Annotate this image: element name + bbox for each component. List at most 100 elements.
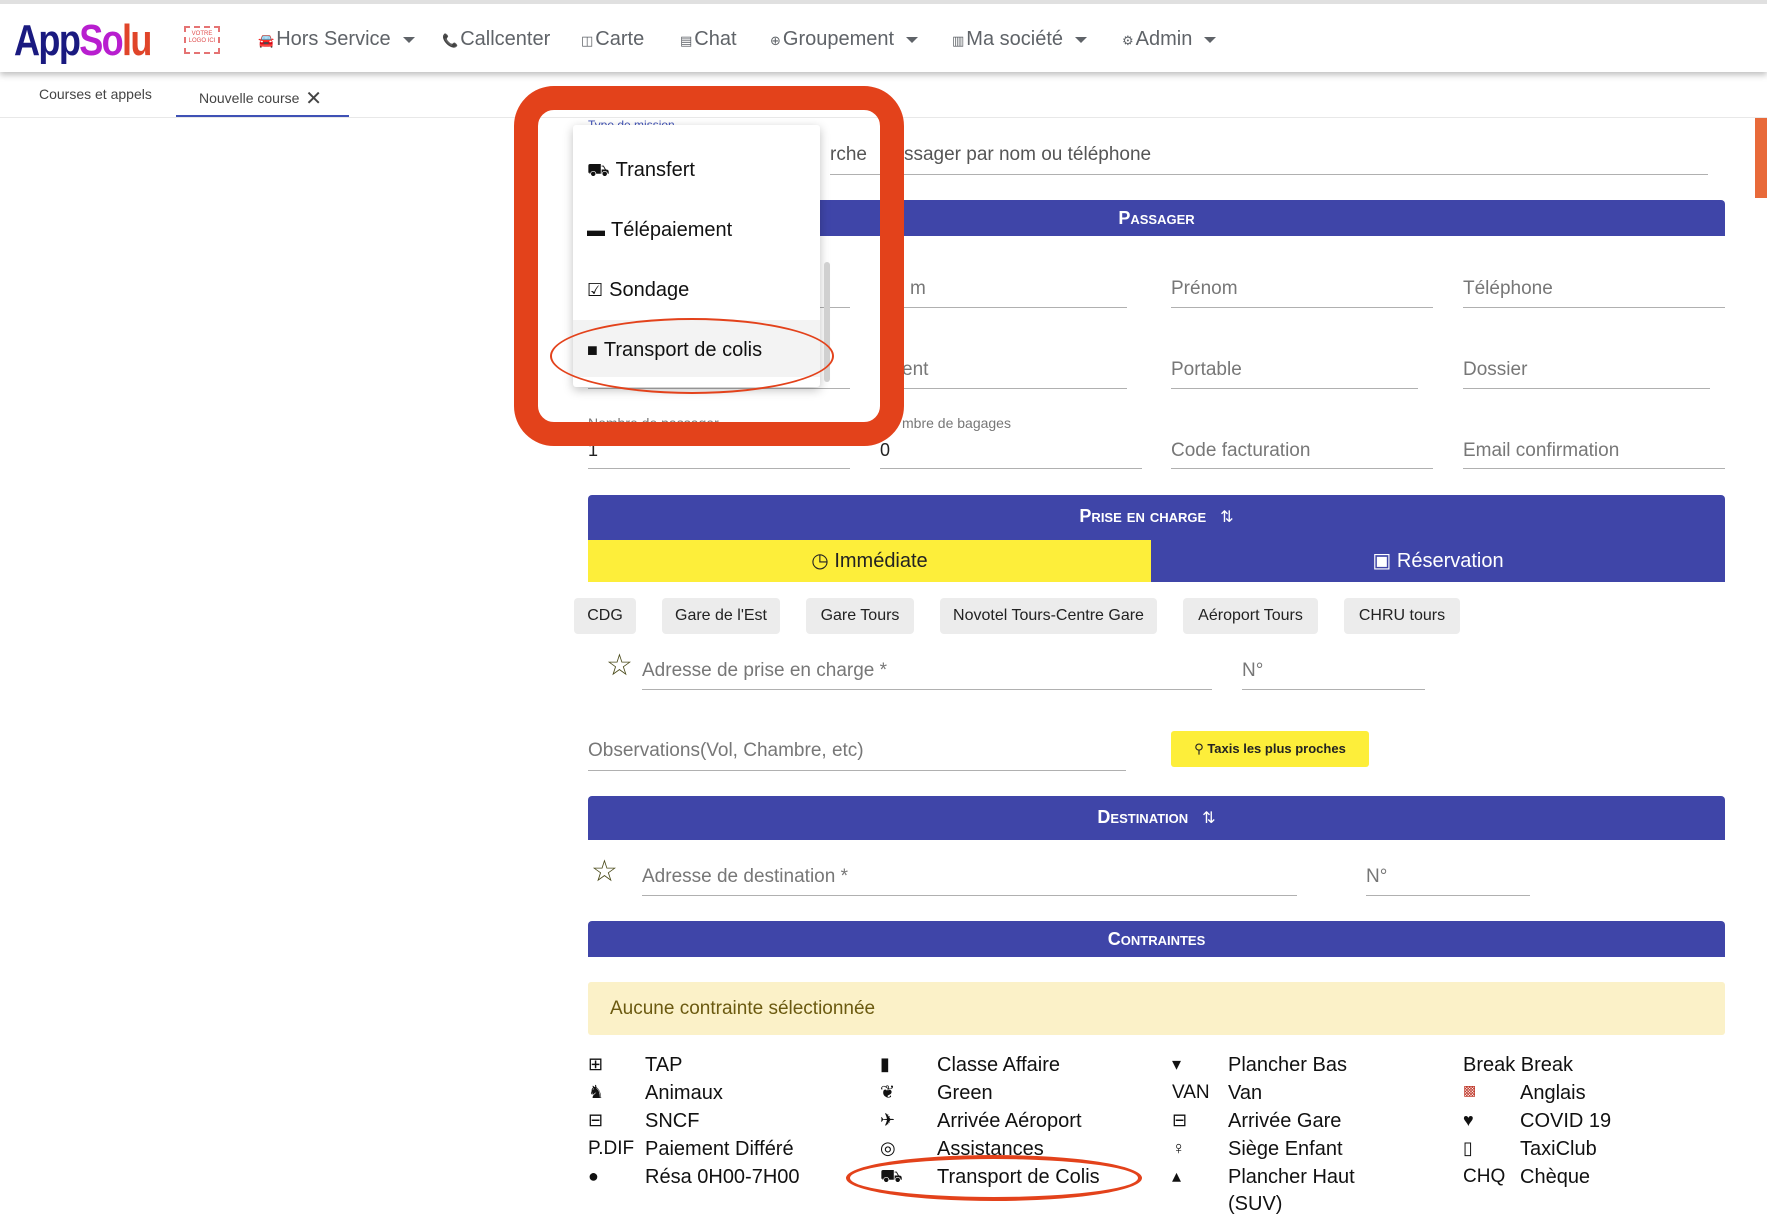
constraint-resa-nuit[interactable]: Résa 0H00-7H00: [645, 1166, 800, 1189]
passenger-search-underline: [830, 174, 1708, 175]
app-logo[interactable]: AppSolu: [14, 16, 152, 66]
portable-field[interactable]: Portable: [1171, 359, 1242, 381]
nav-groupement[interactable]: ⊕ Groupement: [770, 28, 919, 51]
train-icon: ⊟: [1172, 1110, 1188, 1130]
chevron-down-icon: [1204, 36, 1217, 43]
portable-underline: [1171, 388, 1418, 389]
telephone-underline: [1463, 307, 1725, 308]
heartbeat-icon: ♥: [1463, 1110, 1474, 1130]
medkit-icon: ⊞: [588, 1054, 604, 1074]
van-text-icon: VAN: [1172, 1082, 1210, 1103]
pickup-number-underline: [1242, 689, 1425, 690]
reservation-toggle[interactable]: ▣ Réservation: [1151, 540, 1725, 582]
nb-bagages-label: mbre de bagages: [902, 415, 1011, 431]
destination-address-underline: [642, 895, 1297, 896]
constraint-break[interactable]: Break Break: [1463, 1054, 1573, 1077]
code-facturation-underline: [1171, 468, 1433, 469]
tab-nouvelle-course[interactable]: Nouvelle course ✕: [199, 86, 322, 111]
pickup-address-input[interactable]: Adresse de prise en charge *: [642, 660, 887, 682]
favorite-star-icon[interactable]: ☆: [606, 648, 633, 683]
constraint-siege-enfant[interactable]: Siège Enfant: [1228, 1138, 1343, 1161]
no-constraint-notice: Aucune contrainte sélectionnée: [588, 982, 1725, 1035]
nav-carte[interactable]: ◫ Carte: [581, 28, 644, 51]
observations-underline: [588, 770, 1126, 771]
constraint-anglais[interactable]: Anglais: [1520, 1082, 1586, 1105]
close-icon[interactable]: ✕: [305, 88, 322, 110]
constraint-arrivee-aeroport[interactable]: Arrivée Aéroport: [937, 1110, 1082, 1133]
nav-chat[interactable]: ▤ Chat: [680, 28, 737, 51]
caret-up-icon: ▴: [1172, 1166, 1182, 1186]
car-icon: 🚘: [258, 33, 275, 48]
train-icon: ⊟: [588, 1110, 604, 1130]
constraint-arrivee-gare[interactable]: Arrivée Gare: [1228, 1110, 1341, 1133]
constraint-tap[interactable]: TAP: [645, 1054, 682, 1077]
top-navbar: AppSolu VOTRE LOGO ICI 🚘 Hors Service 📞 Ca…: [0, 0, 1767, 72]
company-logo-placeholder: VOTRE LOGO ICI: [184, 26, 220, 54]
gear-icon: ⚙: [1122, 33, 1134, 48]
dossier-field[interactable]: Dossier: [1463, 359, 1527, 381]
chip-novotel[interactable]: Novotel Tours-Centre Gare: [940, 598, 1157, 634]
phone-icon: 📞: [442, 33, 459, 48]
constraint-animaux[interactable]: Animaux: [645, 1082, 723, 1105]
paiement-differe-text-icon: P.DIF: [588, 1138, 635, 1159]
client-field[interactable]: ent: [902, 359, 928, 381]
constraint-taxiclub[interactable]: TaxiClub: [1520, 1138, 1597, 1161]
telephone-field[interactable]: Téléphone: [1463, 278, 1553, 300]
observations-input[interactable]: Observations(Vol, Chambre, etc): [588, 740, 864, 762]
destination-header: Destination ⇅: [588, 796, 1725, 840]
constraint-plancher-haut[interactable]: Plancher Haut: [1228, 1166, 1355, 1189]
destination-address-input[interactable]: Adresse de destination *: [642, 866, 848, 888]
nav-hors-service[interactable]: 🚘 Hors Service: [258, 28, 415, 51]
immediate-toggle[interactable]: ◷ Immédiate: [588, 540, 1151, 582]
chip-gare-tours[interactable]: Gare Tours: [806, 598, 914, 634]
leaf-icon: ❦: [880, 1082, 896, 1102]
constraint-cheque[interactable]: Chèque: [1520, 1166, 1590, 1189]
chip-cdg[interactable]: CDG: [574, 598, 636, 634]
constraint-paiement-differe[interactable]: Paiement Différé: [645, 1138, 794, 1161]
chip-chru-tours[interactable]: CHRU tours: [1344, 598, 1460, 634]
constraint-plancher-haut-suv: (SUV): [1228, 1193, 1283, 1215]
prise-en-charge-header: Prise en charge ⇅: [588, 495, 1725, 540]
chevron-down-icon: [1075, 36, 1088, 43]
chip-gare-est[interactable]: Gare de l'Est: [662, 598, 780, 634]
constraint-sncf[interactable]: SNCF: [645, 1110, 699, 1133]
prenom-field[interactable]: Prénom: [1171, 278, 1238, 300]
nearest-taxis-button[interactable]: ⚲ Taxis les plus proches: [1171, 731, 1369, 767]
scrollbar-thumb[interactable]: [1755, 118, 1767, 198]
nav-callcenter[interactable]: 📞 Callcenter: [442, 28, 550, 51]
nom-underline: [880, 307, 1127, 308]
tab-courses-appels[interactable]: Courses et appels: [39, 86, 152, 102]
nom-field[interactable]: m: [910, 278, 926, 300]
nb-bagages-underline: [880, 468, 1142, 469]
chevron-down-icon: [906, 36, 919, 43]
constraint-plancher-bas[interactable]: Plancher Bas: [1228, 1054, 1347, 1077]
calendar-icon: ▣: [1372, 550, 1392, 572]
highlight-annotation-ellipse: [846, 1155, 1142, 1201]
destination-number-input[interactable]: N°: [1366, 866, 1387, 888]
nav-admin[interactable]: ⚙ Admin: [1122, 28, 1217, 51]
constraint-green[interactable]: Green: [937, 1082, 993, 1105]
nb-bagages-input[interactable]: 0: [880, 440, 890, 461]
clock-icon: ●: [588, 1166, 599, 1186]
swap-icon[interactable]: ⇅: [1220, 497, 1233, 539]
clock-icon: ◷: [811, 550, 829, 572]
nav-ma-societe[interactable]: ▥ Ma société: [952, 28, 1088, 51]
email-confirmation-field[interactable]: Email confirmation: [1463, 440, 1619, 462]
code-facturation-field[interactable]: Code facturation: [1171, 440, 1310, 462]
chip-aeroport-tours[interactable]: Aéroport Tours: [1183, 598, 1318, 634]
email-confirmation-underline: [1463, 468, 1725, 469]
child-icon: ♀: [1172, 1138, 1186, 1158]
cheque-text-icon: CHQ: [1463, 1166, 1506, 1187]
swap-icon[interactable]: ⇅: [1202, 798, 1215, 840]
favorite-star-icon[interactable]: ☆: [591, 854, 618, 889]
mobile-icon: ▯: [1463, 1138, 1473, 1158]
lifebuoy-icon: ◎: [880, 1138, 896, 1158]
constraint-van[interactable]: Van: [1228, 1082, 1262, 1105]
contraintes-header: Contraintes: [588, 921, 1725, 957]
prenom-underline: [1171, 307, 1433, 308]
map-icon: ◫: [581, 33, 594, 48]
pickup-number-input[interactable]: N°: [1242, 660, 1263, 682]
constraint-classe-affaire[interactable]: Classe Affaire: [937, 1054, 1060, 1077]
constraint-covid[interactable]: COVID 19: [1520, 1110, 1611, 1133]
chat-icon: ▤: [680, 33, 693, 48]
